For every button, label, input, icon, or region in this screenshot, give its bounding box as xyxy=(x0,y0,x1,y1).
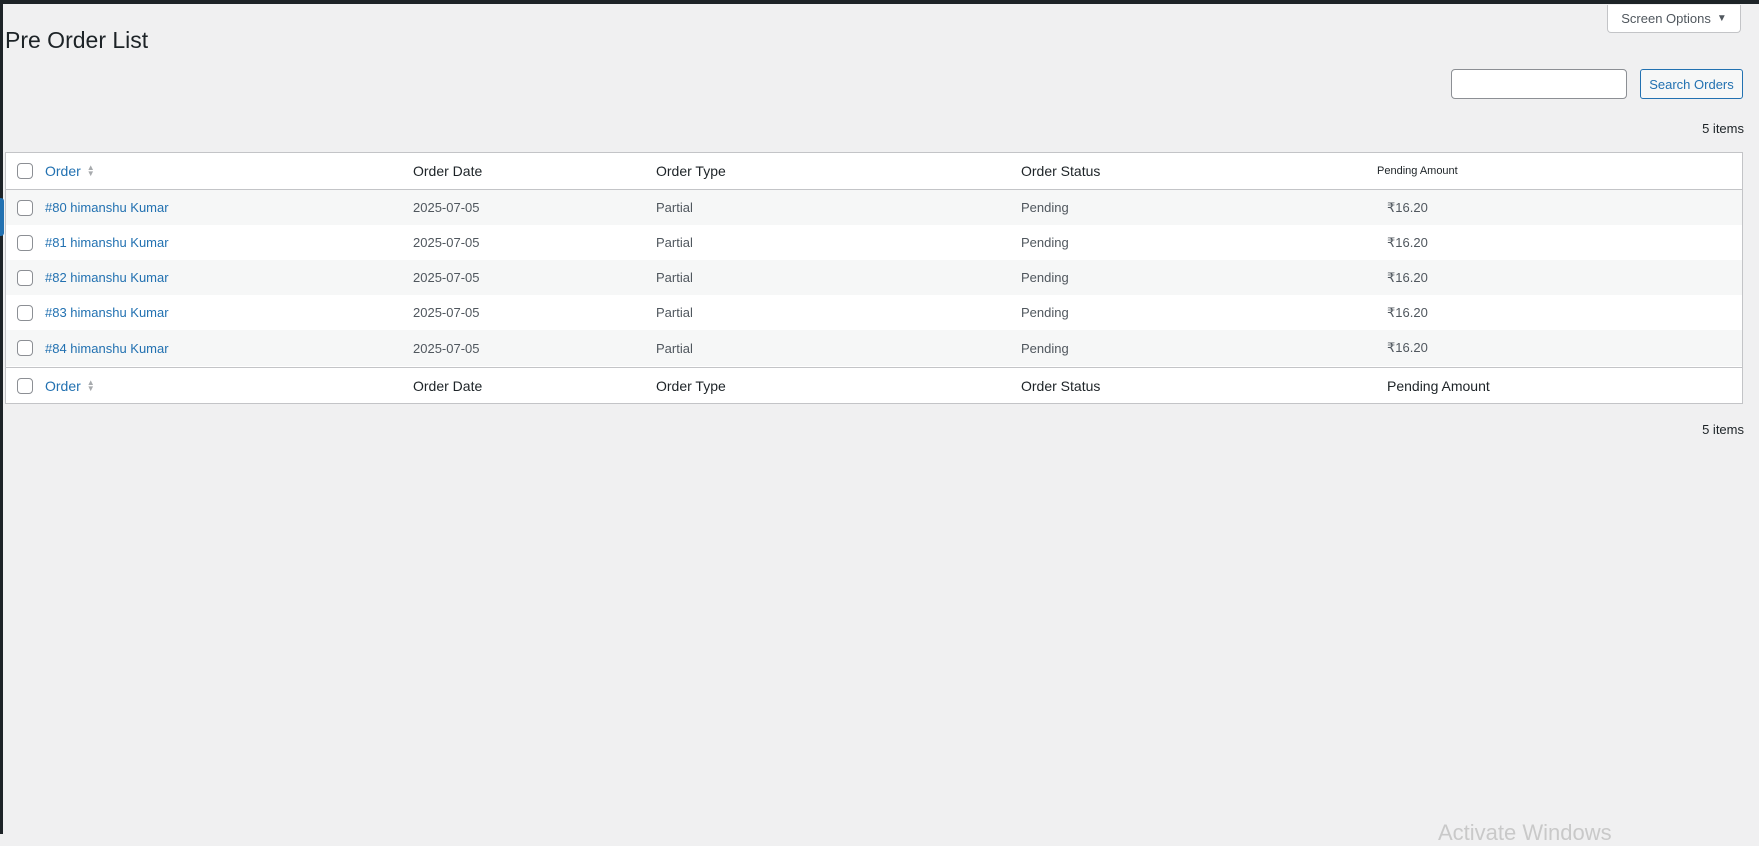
sort-icon[interactable]: ▲ ▼ xyxy=(87,164,95,178)
items-count-top: 5 items xyxy=(1702,121,1744,136)
page-title: Pre Order List xyxy=(5,27,149,53)
column-footer-order-status: Order Status xyxy=(1021,378,1101,394)
order-date: 2025-07-05 xyxy=(413,200,480,215)
column-footer-order-date: Order Date xyxy=(413,378,483,394)
column-header-pending-amount: Pending Amount xyxy=(1377,165,1458,177)
admin-sidebar-edge xyxy=(0,4,3,834)
activate-windows-watermark: Activate Windows xyxy=(1438,820,1612,845)
column-footer-order-type: Order Type xyxy=(656,378,726,394)
order-status: Pending xyxy=(1021,305,1069,320)
pending-amount: ₹16.20 xyxy=(1387,269,1428,285)
order-link[interactable]: #82 himanshu Kumar xyxy=(45,270,169,285)
row-checkbox[interactable] xyxy=(17,304,33,321)
pending-amount: ₹16.20 xyxy=(1387,340,1428,355)
select-all-checkbox[interactable] xyxy=(17,163,33,179)
order-status: Pending xyxy=(1021,235,1069,250)
order-date: 2025-07-05 xyxy=(413,305,480,320)
order-link[interactable]: #80 himanshu Kumar xyxy=(45,200,169,215)
table-row: #81 himanshu Kumar 2025-07-05 Partial Pe… xyxy=(6,225,1742,260)
order-type: Partial xyxy=(656,340,693,356)
pending-amount: ₹16.20 xyxy=(1387,304,1428,320)
row-checkbox[interactable] xyxy=(17,340,33,356)
order-link[interactable]: #81 himanshu Kumar xyxy=(45,235,169,250)
order-status: Pending xyxy=(1021,340,1069,356)
column-header-order[interactable]: Order xyxy=(45,163,81,179)
order-type: Partial xyxy=(656,305,693,320)
order-link[interactable]: #84 himanshu Kumar xyxy=(45,341,169,356)
screen-options-label: Screen Options xyxy=(1621,11,1711,26)
row-checkbox[interactable] xyxy=(17,234,33,251)
column-header-order-date: Order Date xyxy=(413,163,483,179)
admin-top-bar xyxy=(0,0,1759,4)
order-status: Pending xyxy=(1021,200,1069,215)
order-date: 2025-07-05 xyxy=(413,340,480,356)
row-checkbox[interactable] xyxy=(17,269,33,286)
column-header-order-status: Order Status xyxy=(1021,163,1101,179)
column-footer-pending-amount: Pending Amount xyxy=(1387,378,1490,394)
table-footer-row: Order ▲ ▼ Order Date Order Type Order Sta… xyxy=(6,367,1742,404)
pending-amount: ₹16.20 xyxy=(1387,199,1428,215)
order-type: Partial xyxy=(656,235,693,250)
row-checkbox[interactable] xyxy=(17,199,33,216)
table-row: #83 himanshu Kumar 2025-07-05 Partial Pe… xyxy=(6,295,1742,330)
order-status: Pending xyxy=(1021,270,1069,285)
select-all-checkbox-footer[interactable] xyxy=(17,378,33,394)
pending-amount: ₹16.20 xyxy=(1387,234,1428,250)
sort-icon[interactable]: ▲ ▼ xyxy=(87,379,95,393)
table-header-row: Order ▲ ▼ Order Date Order Type Order Sta… xyxy=(6,153,1742,190)
orders-table: Order ▲ ▼ Order Date Order Type Order Sta… xyxy=(5,152,1743,404)
table-row: #80 himanshu Kumar 2025-07-05 Partial Pe… xyxy=(6,190,1742,225)
order-type: Partial xyxy=(656,200,693,215)
items-count-bottom: 5 items xyxy=(1702,422,1744,437)
order-date: 2025-07-05 xyxy=(413,235,480,250)
order-link[interactable]: #83 himanshu Kumar xyxy=(45,305,169,320)
table-row: #82 himanshu Kumar 2025-07-05 Partial Pe… xyxy=(6,260,1742,295)
order-date: 2025-07-05 xyxy=(413,270,480,285)
table-row: #84 himanshu Kumar 2025-07-05 Partial Pe… xyxy=(6,330,1742,366)
search-orders-button[interactable]: Search Orders xyxy=(1640,69,1743,99)
column-footer-order[interactable]: Order xyxy=(45,378,81,394)
search-input[interactable] xyxy=(1451,69,1627,99)
order-type: Partial xyxy=(656,270,693,285)
caret-down-icon: ▼ xyxy=(1716,13,1727,24)
sidebar-active-indicator xyxy=(0,198,4,236)
column-header-order-type: Order Type xyxy=(656,163,726,179)
screen-options-button[interactable]: Screen Options ▼ xyxy=(1607,5,1741,33)
